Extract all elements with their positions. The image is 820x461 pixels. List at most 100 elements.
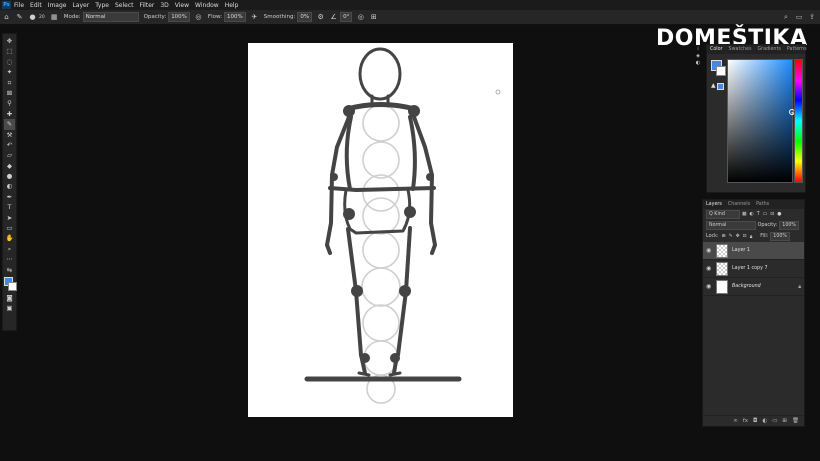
brush-settings-icon[interactable]: ▦ [50, 13, 59, 22]
default-colors-icon[interactable]: ⇆ [4, 265, 15, 275]
more-tools-icon[interactable]: ⋯ [4, 254, 15, 264]
new-layer-icon[interactable]: ⊞ [782, 418, 787, 424]
smoothing-input[interactable]: 0% [297, 12, 313, 22]
smart-object-filter-icon[interactable]: ⊡ [770, 212, 774, 217]
filter-kind-select[interactable]: Q Kind [706, 210, 740, 219]
add-mask-icon[interactable]: ◘ [753, 418, 757, 424]
tab-channels[interactable]: Channels [728, 202, 750, 207]
search-icon[interactable]: ⌕ [781, 12, 791, 22]
quick-mask-icon[interactable]: ◙ [4, 293, 15, 303]
menu-type[interactable]: Type [95, 2, 109, 9]
fill-input[interactable]: 100% [770, 232, 790, 241]
color-swatches[interactable] [3, 276, 17, 291]
delete-layer-icon[interactable]: 🗑︎ [792, 418, 799, 424]
web-safe-color-icon[interactable] [717, 83, 724, 90]
opacity-input[interactable]: 100% [168, 12, 190, 22]
symmetry-icon[interactable]: ⊞ [369, 13, 378, 22]
lasso-tool-icon[interactable]: ◌ [4, 57, 15, 67]
smoothing-settings-icon[interactable]: ⚙ [316, 13, 325, 22]
pen-tool-icon[interactable]: ✒ [4, 192, 15, 202]
layer-opacity-input[interactable]: 100% [779, 221, 799, 230]
layer-row-background[interactable]: ◉ Background 🔒︎ [703, 278, 804, 296]
menu-view[interactable]: View [175, 2, 189, 9]
visibility-eye-icon[interactable]: ◉ [706, 265, 714, 272]
new-group-icon[interactable]: ▭ [772, 418, 777, 424]
rectangle-tool-icon[interactable]: ▭ [4, 223, 15, 233]
menu-help[interactable]: Help [225, 2, 239, 9]
lock-image-icon[interactable]: ✎ [729, 234, 733, 239]
layer-name[interactable]: Layer 1 copy 7 [732, 266, 801, 271]
menu-filter[interactable]: Filter [140, 2, 155, 9]
menu-file[interactable]: File [14, 2, 24, 9]
menu-window[interactable]: Window [195, 2, 219, 9]
hue-slider-marker-icon[interactable]: ◂ [791, 110, 794, 116]
color-field[interactable] [727, 59, 793, 183]
hand-tool-icon[interactable]: ✋ [4, 233, 15, 243]
brush-tool-icon[interactable]: ✎ [4, 119, 15, 130]
frame-tool-icon[interactable]: ⊠ [4, 88, 15, 98]
visibility-eye-icon[interactable]: ◉ [706, 283, 714, 290]
layer-style-icon[interactable]: fx [743, 418, 748, 424]
adjustments-icon[interactable]: ◐ [696, 60, 700, 67]
properties-icon[interactable]: ◈ [696, 53, 700, 60]
dodge-tool-icon[interactable]: ◐ [4, 181, 15, 191]
flow-input[interactable]: 100% [224, 12, 246, 22]
tab-swatches[interactable]: Swatches [729, 47, 752, 52]
panel-grip-icon[interactable]: ⁞ [697, 46, 699, 53]
adjustment-filter-icon[interactable]: ◐ [750, 212, 754, 217]
marquee-tool-icon[interactable]: ⬚ [4, 46, 15, 56]
link-layers-icon[interactable]: ∞ [733, 418, 738, 424]
layer-name[interactable]: Layer 1 [732, 248, 801, 253]
angle-input[interactable]: 0° [340, 12, 353, 22]
menu-edit[interactable]: Edit [30, 2, 42, 9]
brush-preset-icon[interactable]: ● [28, 13, 37, 22]
share-icon[interactable]: ⇪ [807, 12, 817, 22]
menu-3d[interactable]: 3D [160, 2, 168, 9]
lock-artboard-icon[interactable]: ⊡ [743, 234, 747, 239]
crop-tool-icon[interactable]: ⌗ [4, 78, 15, 88]
lock-all-icon[interactable]: 🔒︎ [750, 234, 753, 240]
document-canvas[interactable] [248, 43, 513, 417]
menu-layer[interactable]: Layer [72, 2, 89, 9]
home-icon[interactable]: ⌂ [2, 13, 11, 22]
background-color-swatch[interactable] [7, 281, 17, 291]
zoom-tool-icon[interactable]: ⌕ [4, 244, 15, 254]
type-filter-icon[interactable]: T [757, 212, 760, 217]
clone-stamp-tool-icon[interactable]: ⚒ [4, 130, 15, 140]
blend-mode-select[interactable]: Normal [706, 221, 756, 230]
tab-paths[interactable]: Paths [756, 202, 769, 207]
lock-transparent-icon[interactable]: ⊞ [722, 234, 726, 239]
pressure-opacity-icon[interactable]: ◎ [194, 13, 203, 22]
history-brush-tool-icon[interactable]: ↶ [4, 140, 15, 150]
paint-bucket-tool-icon[interactable]: ◆ [4, 161, 15, 171]
gamut-warning-icon[interactable]: ▲ [711, 82, 716, 89]
layer-row-layer-1-copy-7[interactable]: ◉ Layer 1 copy 7 [703, 260, 804, 278]
tab-layers[interactable]: Layers [706, 202, 722, 207]
layer-name[interactable]: Background [732, 284, 798, 289]
mode-select[interactable]: Normal [82, 12, 139, 22]
visibility-eye-icon[interactable]: ◉ [706, 247, 714, 254]
menu-image[interactable]: Image [48, 2, 67, 9]
type-tool-icon[interactable]: T [4, 202, 15, 212]
menu-select[interactable]: Select [115, 2, 134, 9]
airbrush-icon[interactable]: ✈ [250, 13, 259, 22]
pixel-filter-icon[interactable]: ▦ [742, 212, 747, 217]
magic-wand-tool-icon[interactable]: ✦ [4, 67, 15, 77]
healing-brush-tool-icon[interactable]: ✚ [4, 109, 15, 119]
filter-toggle-icon[interactable]: ● [777, 212, 781, 217]
shape-filter-icon[interactable]: ▭ [763, 212, 768, 217]
workspace-icon[interactable]: ▭ [794, 12, 804, 22]
background-color-swatch[interactable] [716, 66, 726, 76]
blur-tool-icon[interactable]: ● [4, 171, 15, 181]
tab-patterns[interactable]: Patterns [787, 47, 807, 52]
move-tool-icon[interactable]: ✥ [4, 36, 15, 46]
tab-color[interactable]: Color [710, 47, 723, 52]
eraser-tool-icon[interactable]: ▱ [4, 150, 15, 160]
eyedropper-tool-icon[interactable]: ⚲ [4, 98, 15, 108]
brush-tool-icon[interactable]: ✎ [15, 13, 24, 22]
brush-size-value[interactable]: 20 [39, 15, 45, 20]
lock-position-icon[interactable]: ✥ [736, 234, 740, 239]
adjustment-layer-icon[interactable]: ◐ [762, 418, 767, 424]
pressure-size-icon[interactable]: ◎ [356, 13, 365, 22]
layer-row-layer-1[interactable]: ◉ Layer 1 [703, 242, 804, 260]
